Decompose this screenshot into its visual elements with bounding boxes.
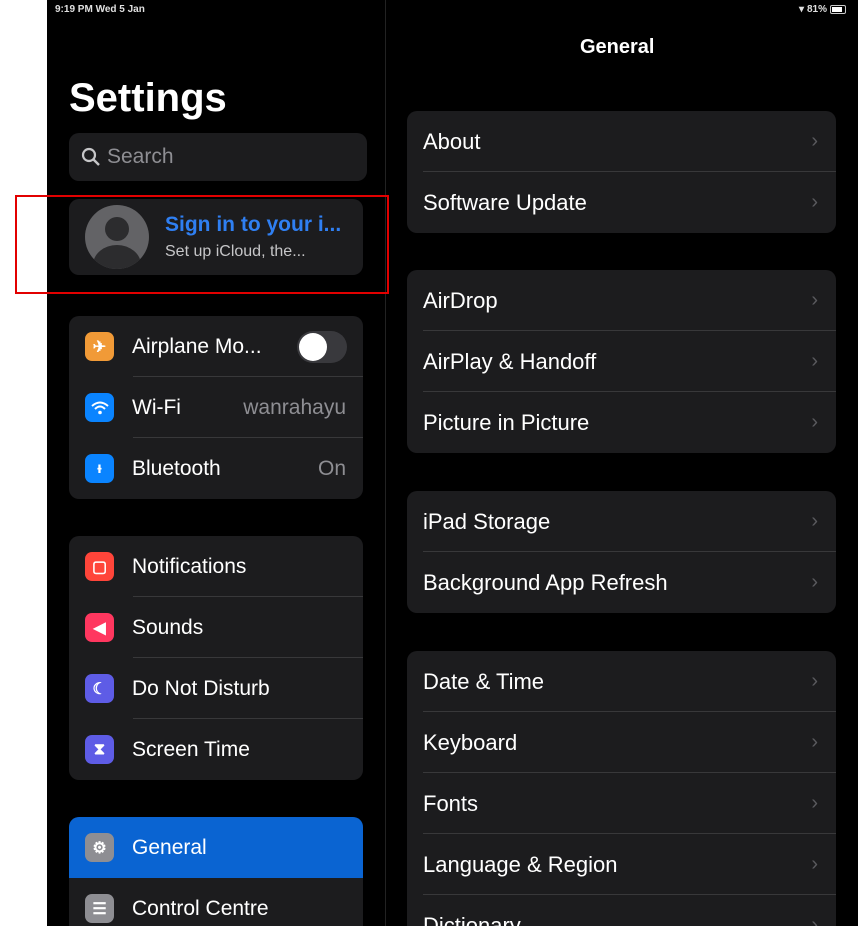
detail-item-airplay-handoff[interactable]: AirPlay & Handoff › — [407, 331, 836, 392]
sidebar-item-control-centre[interactable]: ☰ Control Centre — [69, 878, 363, 926]
airplane-icon: ✈ — [85, 332, 114, 361]
sidebar-item-label: Airplane Mo... — [132, 334, 262, 358]
detail-item-keyboard[interactable]: Keyboard › — [407, 712, 836, 773]
detail-item-label: Software Update — [423, 189, 587, 215]
connectivity-group: ✈ Airplane Mo... Wi-Fi wanrahayu ᵻ Bluet… — [69, 316, 363, 499]
search-icon — [81, 147, 100, 166]
sidebar-item-label: Screen Time — [132, 737, 250, 761]
sidebar-item-bluetooth[interactable]: ᵻ Bluetooth On — [69, 438, 363, 499]
detail-group-date-time: Date & Time › Keyboard › Fonts › Language &… — [407, 651, 836, 926]
notifications-icon: ▢ — [85, 552, 114, 581]
detail-group-storage: iPad Storage › Background App Refresh › — [407, 491, 836, 613]
highlight-annotation — [15, 195, 389, 294]
system-group: ⚙ General ☰ Control Centre — [69, 817, 363, 926]
sidebar-item-do-not-disturb[interactable]: ☾ Do Not Disturb — [69, 658, 363, 719]
detail-item-airdrop[interactable]: AirDrop › — [407, 270, 836, 331]
detail-group-about: About › Software Update › — [407, 111, 836, 233]
chevron-right-icon: › — [811, 914, 818, 926]
detail-item-dictionary[interactable]: Dictionary › — [407, 895, 836, 926]
status-indicators: ▾ 81% — [799, 4, 846, 15]
sidebar-item-label: Do Not Disturb — [132, 676, 270, 700]
chevron-right-icon: › — [811, 853, 818, 875]
detail-item-label: Keyboard — [423, 729, 518, 755]
split-divider — [385, 0, 386, 926]
detail-item-label: Dictionary — [423, 912, 521, 926]
chevron-right-icon: › — [811, 571, 818, 593]
sidebar-item-wifi[interactable]: Wi-Fi wanrahayu — [69, 377, 363, 438]
detail-item-label: Language & Region — [423, 851, 618, 877]
detail-item-label: Fonts — [423, 790, 479, 816]
status-time: 9:19 PM Wed 5 Jan — [55, 4, 145, 15]
chevron-right-icon: › — [811, 510, 818, 532]
detail-item-label: Picture in Picture — [423, 409, 590, 435]
sidebar-item-label: Control Centre — [132, 896, 269, 920]
chevron-right-icon: › — [811, 411, 818, 433]
detail-item-label: About — [423, 128, 481, 154]
chevron-right-icon: › — [811, 670, 818, 692]
battery-percent: 81% — [806, 4, 827, 15]
search-placeholder: Search — [107, 145, 174, 168]
detail-item-software-update[interactable]: Software Update › — [407, 172, 836, 233]
detail-item-about[interactable]: About › — [407, 111, 836, 172]
sidebar-item-label: Wi-Fi — [132, 395, 181, 419]
wifi-icon — [85, 393, 114, 422]
sidebar-item-screen-time[interactable]: ⧗ Screen Time — [69, 719, 363, 780]
gear-icon: ⚙ — [85, 833, 114, 862]
detail-item-fonts[interactable]: Fonts › — [407, 773, 836, 834]
detail-group-airdrop: AirDrop › AirPlay & Handoff › Picture in P… — [407, 270, 836, 453]
detail-item-label: Background App Refresh — [423, 569, 668, 595]
bluetooth-status: On — [317, 456, 346, 480]
sidebar-item-sounds[interactable]: ◀ Sounds — [69, 597, 363, 658]
detail-item-date-time[interactable]: Date & Time › — [407, 651, 836, 712]
sidebar-item-notifications[interactable]: ▢ Notifications — [69, 536, 363, 597]
detail-item-label: iPad Storage — [423, 508, 551, 534]
detail-item-label: AirDrop — [423, 287, 498, 313]
control-centre-icon: ☰ — [85, 894, 114, 923]
chevron-right-icon: › — [811, 130, 818, 152]
chevron-right-icon: › — [811, 731, 818, 753]
wifi-status-icon: ▾ — [798, 4, 804, 15]
sidebar-item-label: Sounds — [132, 615, 204, 639]
detail-item-ipad-storage[interactable]: iPad Storage › — [407, 491, 836, 552]
detail-item-label: Date & Time — [423, 668, 545, 694]
chevron-right-icon: › — [811, 792, 818, 814]
sidebar-item-label: Notifications — [132, 554, 247, 578]
sidebar-item-airplane-mode[interactable]: ✈ Airplane Mo... — [69, 316, 363, 377]
sounds-icon: ◀ — [85, 613, 114, 642]
notifications-group: ▢ Notifications ◀ Sounds ☾ Do Not Distur… — [69, 536, 363, 780]
hourglass-icon: ⧗ — [85, 735, 114, 764]
battery-icon — [830, 5, 846, 14]
sidebar-item-label: General — [132, 835, 207, 859]
detail-item-background-app-refresh[interactable]: Background App Refresh › — [407, 552, 836, 613]
chevron-right-icon: › — [811, 191, 818, 213]
moon-icon: ☾ — [85, 674, 114, 703]
wifi-network-name: wanrahayu — [243, 395, 346, 419]
detail-item-picture-in-picture[interactable]: Picture in Picture › — [407, 392, 836, 453]
detail-title: General — [580, 36, 655, 58]
chevron-right-icon: › — [811, 289, 818, 311]
airplane-mode-toggle[interactable] — [297, 330, 347, 363]
sidebar-item-label: Bluetooth — [132, 456, 221, 480]
detail-item-label: AirPlay & Handoff — [423, 348, 597, 374]
sidebar-item-general[interactable]: ⚙ General — [69, 817, 363, 878]
page-title: Settings — [69, 76, 227, 120]
chevron-right-icon: › — [811, 350, 818, 372]
detail-item-language-region[interactable]: Language & Region › — [407, 834, 836, 895]
search-input[interactable]: Search — [69, 133, 367, 181]
bluetooth-icon: ᵻ — [85, 454, 114, 483]
